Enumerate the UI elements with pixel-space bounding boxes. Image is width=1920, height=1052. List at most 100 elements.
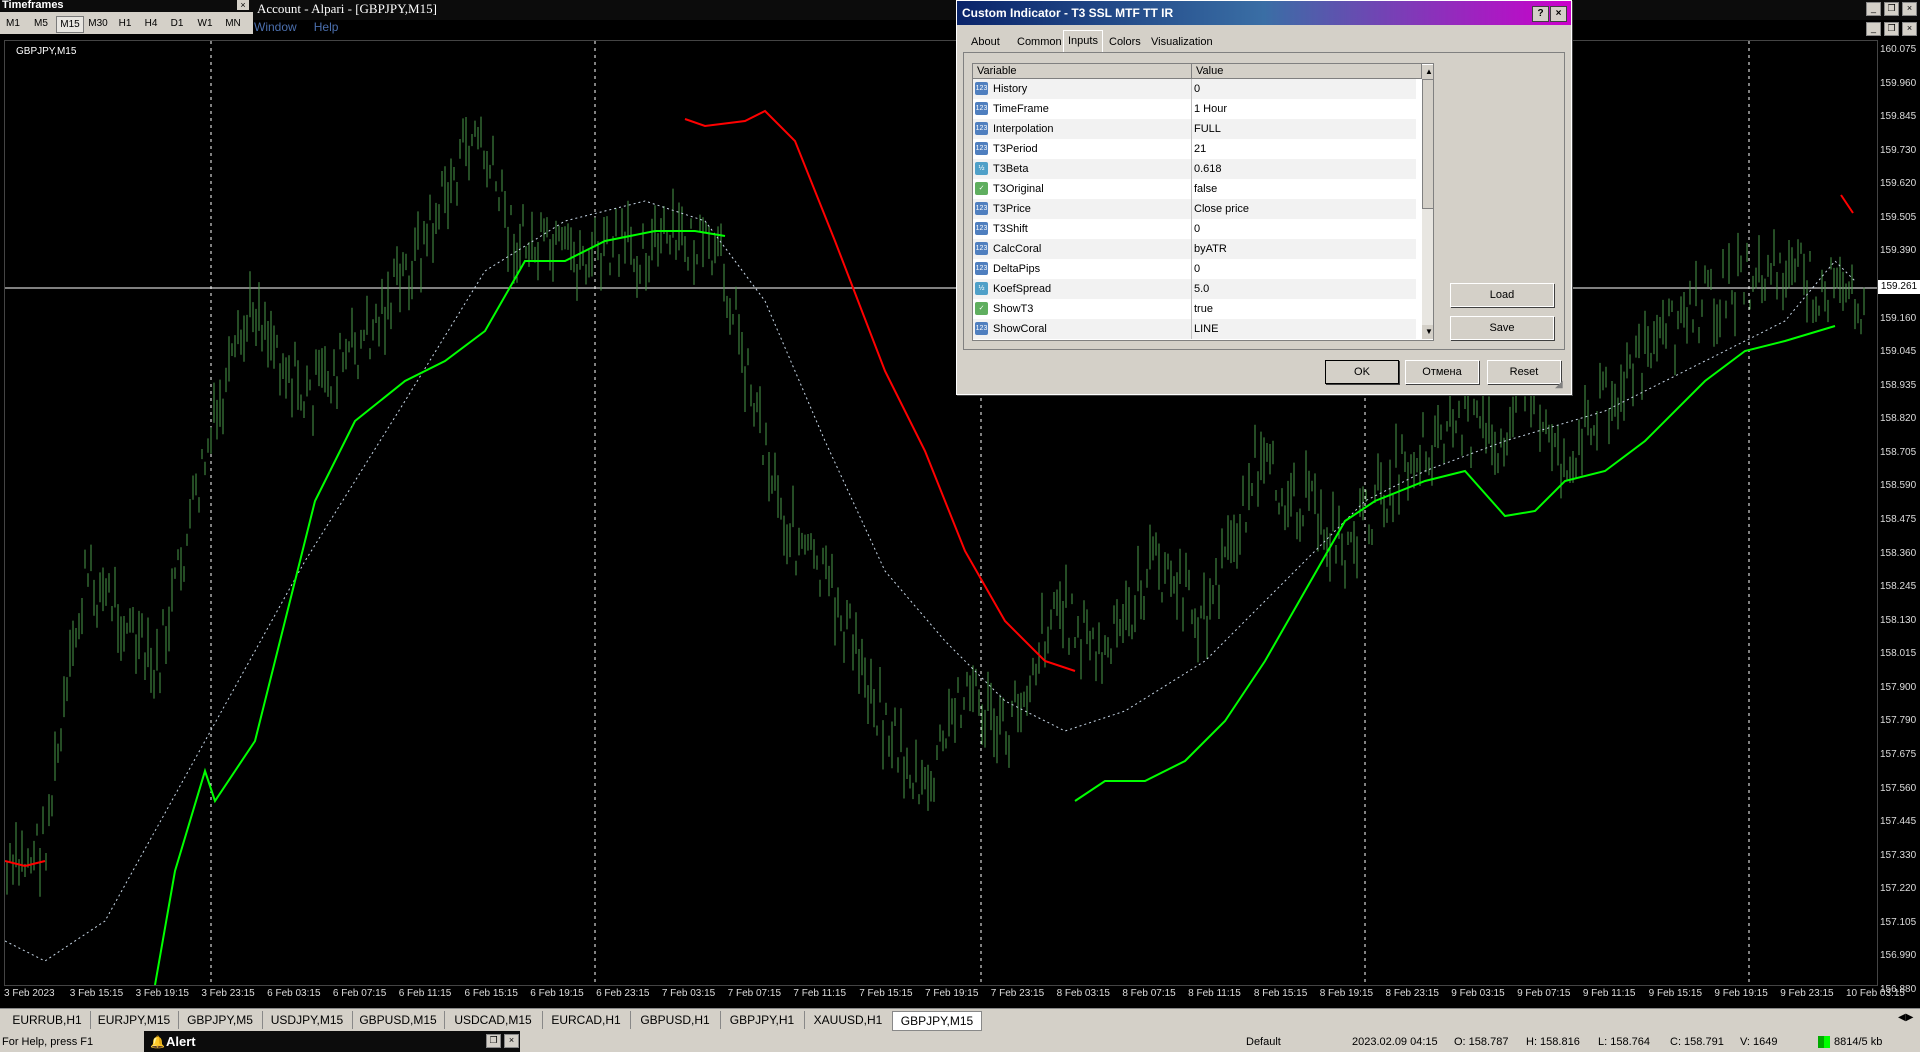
input-value[interactable]: Close price	[1194, 199, 1249, 219]
symbol-tab-usdjpy-m15[interactable]: USDJPY,M15	[262, 1011, 353, 1029]
chart-close-icon[interactable]: ×	[1902, 22, 1917, 36]
input-value[interactable]: LINE	[1194, 319, 1218, 339]
alert-window-bar[interactable]	[144, 1031, 520, 1052]
scroll-up-icon[interactable]: ▲	[1422, 65, 1433, 79]
timeframe-h4-button[interactable]: H4	[140, 16, 162, 31]
timeframe-m30-button[interactable]: M30	[86, 16, 110, 31]
table-scrollbar[interactable]: ▲ ▼	[1422, 65, 1433, 339]
reset-button[interactable]: Reset	[1487, 360, 1561, 384]
input-row-history[interactable]: 123 History 0	[973, 79, 1416, 99]
column-variable[interactable]: Variable	[973, 64, 1192, 79]
input-variable-name: Interpolation	[993, 123, 1054, 135]
input-value[interactable]: 21	[1194, 139, 1206, 159]
column-value[interactable]: Value	[1192, 64, 1422, 79]
alert-title: Alert	[166, 1034, 196, 1049]
symbol-tab-eurcad-h1[interactable]: EURCAD,H1	[542, 1011, 631, 1029]
status-close: C: 158.791	[1670, 1036, 1724, 1048]
input-value[interactable]: false	[1194, 179, 1217, 199]
column-separator	[1191, 99, 1192, 119]
tabs-scroll-icon[interactable]: ◀▶	[1898, 1012, 1913, 1023]
symbol-tab-usdcad-m15[interactable]: USDCAD,M15	[444, 1011, 543, 1029]
status-low: L: 158.764	[1598, 1036, 1650, 1048]
symbol-tab-gbpusd-m15[interactable]: GBPUSD,M15	[352, 1011, 445, 1029]
chart-restore-icon[interactable]: ❐	[1884, 22, 1899, 36]
tab-visualization[interactable]: Visualization	[1147, 32, 1217, 52]
input-row-t3shift[interactable]: 123 T3Shift 0	[973, 219, 1416, 239]
input-row-t3price[interactable]: 123 T3Price Close price	[973, 199, 1416, 219]
input-value[interactable]: 0	[1194, 79, 1200, 99]
timeframe-m15-button[interactable]: M15	[56, 16, 84, 33]
timeframe-w1-button[interactable]: W1	[194, 16, 216, 31]
timeframe-m1-button[interactable]: M1	[2, 16, 24, 31]
cancel-button[interactable]: Отмена	[1405, 360, 1479, 384]
input-row-t3period[interactable]: 123 T3Period 21	[973, 139, 1416, 159]
tab-about[interactable]: About	[967, 32, 1004, 52]
tab-colors[interactable]: Colors	[1105, 32, 1145, 52]
input-row-showt3[interactable]: ✓ ShowT3 true	[973, 299, 1416, 319]
timeframe-h1-button[interactable]: H1	[114, 16, 136, 31]
column-separator	[1191, 319, 1192, 339]
close-icon[interactable]: ×	[1902, 2, 1917, 16]
input-row-interpolation[interactable]: 123 Interpolation FULL	[973, 119, 1416, 139]
input-value[interactable]: FULL	[1194, 119, 1221, 139]
status-high: H: 158.816	[1526, 1036, 1580, 1048]
bell-icon: 🔔	[150, 1035, 165, 1049]
restore-icon[interactable]: ❐	[1884, 2, 1899, 16]
timeframe-m5-button[interactable]: M5	[30, 16, 52, 31]
price-tick-label: 156.990	[1880, 950, 1917, 962]
symbol-tab-gbpjpy-h1[interactable]: GBPJPY,H1	[720, 1011, 805, 1029]
input-value[interactable]: 0.618	[1194, 159, 1222, 179]
input-row-koefspread[interactable]: ½ KoefSpread 5.0	[973, 279, 1416, 299]
input-value[interactable]: 0	[1194, 219, 1200, 239]
input-row-t3original[interactable]: ✓ T3Original false	[973, 179, 1416, 199]
integer-type-icon: 123	[975, 82, 988, 95]
symbol-tab-gbpusd-h1[interactable]: GBPUSD,H1	[630, 1011, 721, 1029]
inputs-table[interactable]: Variable Value 123 History 0 123 TimeFrame 1 …	[972, 63, 1434, 341]
tab-common[interactable]: Common	[1013, 32, 1066, 52]
input-value[interactable]: byATR	[1194, 239, 1227, 259]
symbol-tab-gbpjpy-m5[interactable]: GBPJPY,M5	[178, 1011, 263, 1029]
price-tick-label: 159.160	[1880, 312, 1917, 324]
minimize-icon[interactable]: _	[1866, 2, 1881, 16]
menu-window[interactable]: Window	[254, 20, 297, 34]
timeframe-mn-button[interactable]: MN	[222, 16, 244, 31]
chart-minimize-icon[interactable]: _	[1866, 22, 1881, 36]
symbol-tab-eurrub-h1[interactable]: EURRUB,H1	[4, 1011, 91, 1029]
input-row-calccoral[interactable]: 123 CalcCoral byATR	[973, 239, 1416, 259]
price-tick-label: 159.045	[1880, 346, 1917, 358]
input-value[interactable]: true	[1194, 299, 1213, 319]
input-row-timeframe[interactable]: 123 TimeFrame 1 Hour	[973, 99, 1416, 119]
menu-help[interactable]: Help	[314, 20, 339, 34]
ok-button[interactable]: OK	[1325, 360, 1399, 384]
save-button[interactable]: Save	[1450, 316, 1554, 340]
resize-grip-icon[interactable]: ◢	[1555, 379, 1563, 390]
timeframes-close-button[interactable]: ×	[237, 0, 249, 10]
status-traffic: 8814/5 kb	[1834, 1036, 1883, 1048]
alert-close-icon[interactable]: ×	[504, 1034, 519, 1048]
input-value[interactable]: 1 Hour	[1194, 99, 1227, 119]
integer-type-icon: 123	[975, 102, 988, 115]
price-chart[interactable]	[4, 40, 1878, 986]
integer-type-icon: 123	[975, 122, 988, 135]
scroll-thumb[interactable]	[1422, 79, 1433, 209]
input-row-t3beta[interactable]: ½ T3Beta 0.618	[973, 159, 1416, 179]
timeframe-d1-button[interactable]: D1	[166, 16, 188, 31]
input-value[interactable]: 5.0	[1194, 279, 1209, 299]
symbol-tab-gbpjpy-m15[interactable]: GBPJPY,M15	[892, 1011, 982, 1031]
time-tick-label: 7 Feb 19:15	[925, 988, 979, 999]
scroll-down-icon[interactable]: ▼	[1422, 325, 1433, 339]
load-button[interactable]: Load	[1450, 283, 1554, 307]
help-button[interactable]: ?	[1532, 6, 1549, 22]
symbol-tab-eurjpy-m15[interactable]: EURJPY,M15	[90, 1011, 179, 1029]
symbol-tab-xauusd-h1[interactable]: XAUUSD,H1	[804, 1011, 893, 1029]
dialog-close-button[interactable]: ×	[1550, 6, 1567, 22]
input-row-showcoral[interactable]: 123 ShowCoral LINE	[973, 319, 1416, 339]
time-tick-label: 9 Feb 19:15	[1714, 988, 1768, 999]
price-tick-label: 157.220	[1880, 883, 1917, 895]
time-tick-label: 3 Feb 23:15	[201, 988, 255, 999]
tab-inputs[interactable]: Inputs	[1063, 30, 1103, 53]
price-tick-label: 158.705	[1880, 446, 1917, 458]
input-value[interactable]: 0	[1194, 259, 1200, 279]
alert-restore-icon[interactable]: ❐	[486, 1034, 501, 1048]
input-row-deltapips[interactable]: 123 DeltaPips 0	[973, 259, 1416, 279]
